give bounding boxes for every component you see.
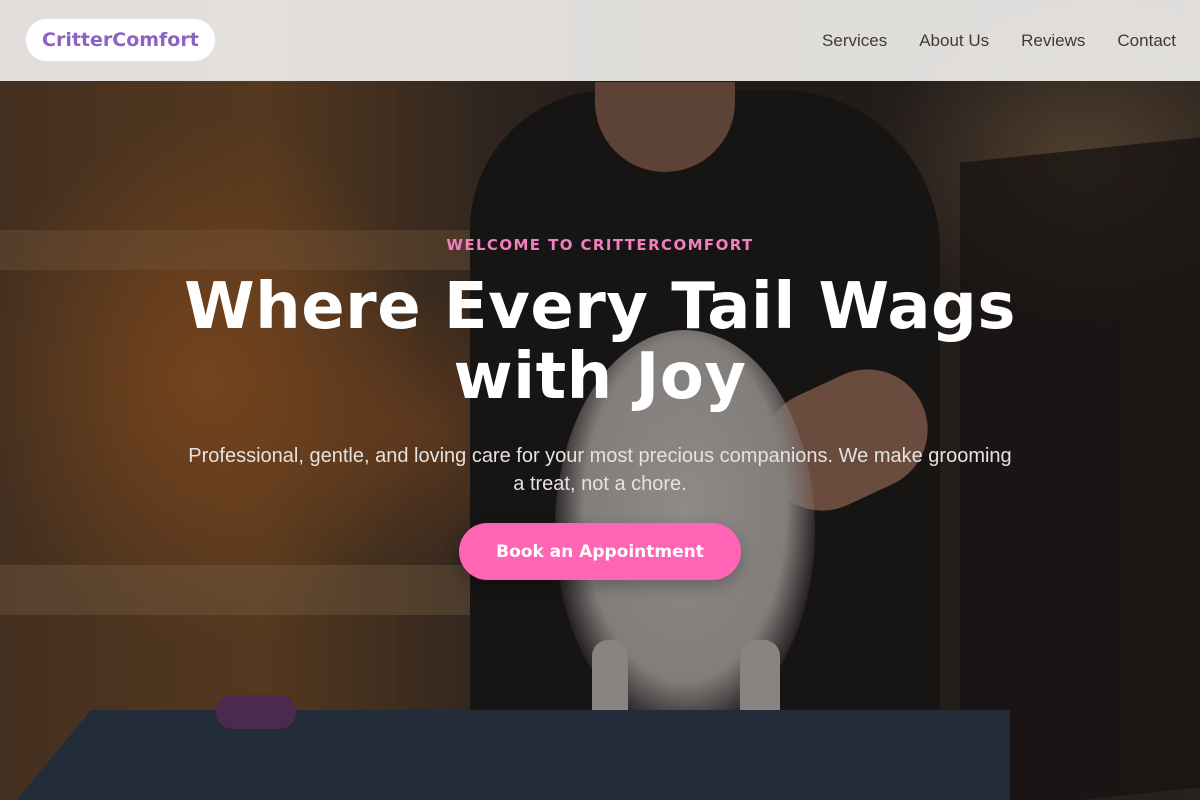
hero-subtitle: Professional, gentle, and loving care fo…: [188, 445, 1012, 495]
site-header: CritterComfort Services About Us Reviews…: [0, 0, 1200, 81]
hero-headline: Where Every Tail Wags with Joy: [184, 270, 1016, 414]
nav-link-about-us[interactable]: About Us: [919, 31, 989, 51]
brand-logo[interactable]: CritterComfort: [25, 18, 216, 62]
hero-eyebrow: WELCOME TO CRITTERCOMFORT: [446, 236, 754, 254]
nav-link-services[interactable]: Services: [822, 31, 887, 51]
nav-link-contact[interactable]: Contact: [1117, 31, 1176, 51]
nav-link-reviews[interactable]: Reviews: [1021, 31, 1085, 51]
main-nav: Services About Us Reviews Contact: [822, 0, 1176, 81]
book-appointment-button[interactable]: Book an Appointment: [459, 523, 741, 580]
